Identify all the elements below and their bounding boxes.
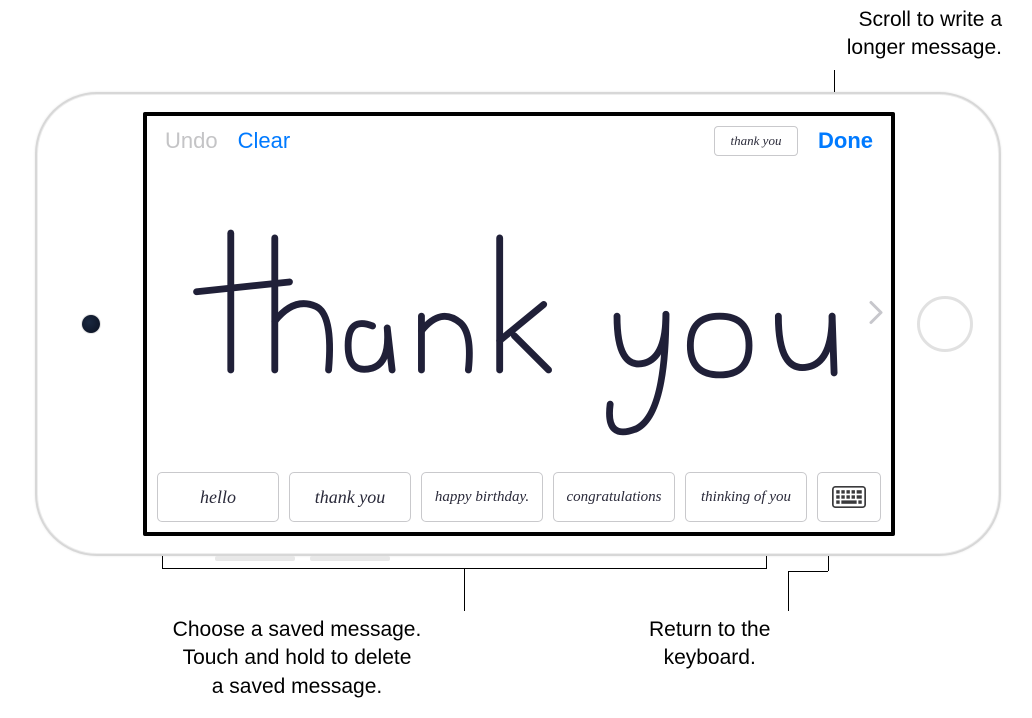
handwritten-message — [147, 168, 891, 464]
saved-message-chip[interactable]: hello — [157, 472, 279, 522]
saved-message-chip[interactable]: thinking of you — [685, 472, 807, 522]
screen: Undo Clear thank you Done — [143, 112, 895, 536]
handwriting-canvas[interactable] — [147, 168, 891, 464]
undo-button: Undo — [165, 128, 218, 154]
scroll-right-chevron[interactable] — [867, 299, 885, 334]
saved-message-chip[interactable]: thank you — [289, 472, 411, 522]
toolbar: Undo Clear thank you Done — [147, 116, 891, 168]
keyboard-icon — [832, 485, 866, 509]
callout-saved: Choose a saved message.Touch and hold to… — [107, 616, 487, 701]
chevron-right-icon — [867, 299, 885, 327]
device-frame: Undo Clear thank you Done — [35, 92, 1001, 556]
keyboard-button[interactable] — [817, 472, 881, 522]
saved-messages-row: hello thank you happy birthday. congratu… — [147, 464, 891, 532]
handwriting-svg — [177, 183, 861, 449]
callout-line — [788, 571, 789, 611]
front-camera — [82, 315, 100, 333]
callout-line — [788, 571, 828, 572]
saved-message-chip[interactable]: congratulations — [553, 472, 675, 522]
message-preview[interactable]: thank you — [714, 126, 798, 156]
done-button[interactable]: Done — [818, 128, 873, 154]
callout-keyboard: Return to thekeyboard. — [649, 616, 770, 673]
volume-down-button — [310, 556, 390, 561]
callout-scroll: Scroll to write alonger message. — [847, 6, 1002, 63]
volume-up-button — [215, 556, 295, 561]
callout-line — [464, 568, 465, 611]
clear-button[interactable]: Clear — [238, 128, 291, 154]
saved-message-chip[interactable]: happy birthday. — [421, 472, 543, 522]
home-button[interactable] — [917, 296, 973, 352]
